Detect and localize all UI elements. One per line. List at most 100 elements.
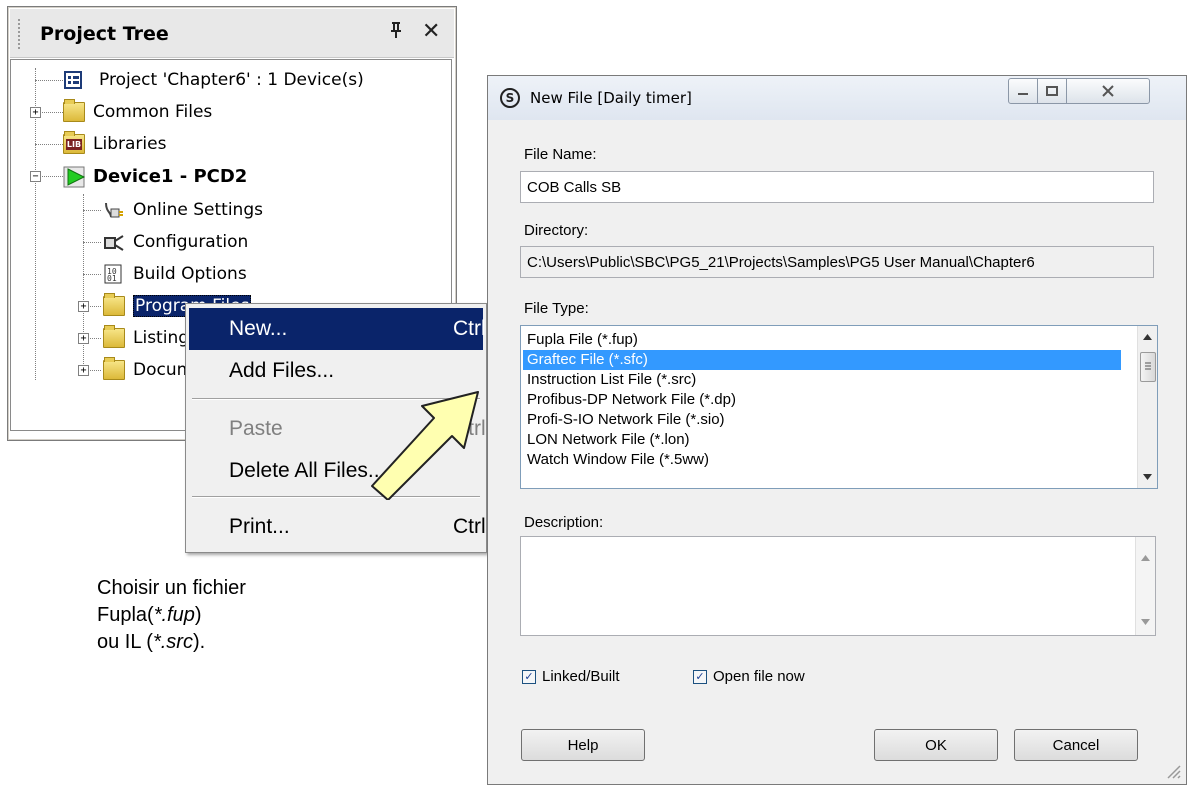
menu-item-new[interactable]: New... Ctrl	[189, 308, 486, 350]
tree-line	[83, 274, 101, 275]
drag-grip-icon[interactable]	[18, 19, 24, 49]
online-settings-icon	[103, 200, 125, 220]
menu-item-label: Paste	[229, 417, 283, 440]
project-tree-header: Project Tree ✕	[10, 9, 454, 58]
scroll-down-icon[interactable]	[1143, 474, 1152, 480]
list-item[interactable]: LON Network File (*.lon)	[523, 430, 1121, 450]
tree-item-configuration[interactable]: Configuration	[103, 228, 248, 256]
description-label: Description:	[524, 514, 604, 531]
device-icon	[63, 166, 86, 188]
menu-item-label: Add Files...	[229, 359, 335, 382]
file-name-input[interactable]: COB Calls SB	[520, 171, 1154, 203]
folder-icon	[63, 99, 85, 122]
close-icon	[1102, 85, 1114, 97]
project-tree-title: Project Tree	[40, 23, 169, 45]
configuration-icon	[103, 232, 125, 252]
pin-icon[interactable]	[388, 21, 404, 44]
build-options-icon: 10 01	[103, 264, 125, 284]
tree-item-label: Device1 - PCD2	[93, 165, 248, 187]
cancel-button[interactable]: Cancel	[1014, 729, 1138, 761]
list-item[interactable]: Watch Window File (*.5ww)	[523, 450, 1121, 470]
description-textarea[interactable]	[520, 536, 1156, 636]
menu-item-label: New...	[229, 317, 288, 340]
scroll-thumb[interactable]	[1140, 352, 1156, 382]
tree-line	[83, 210, 101, 211]
tree-item-libraries[interactable]: LIB Libraries	[63, 130, 166, 158]
tree-item-online-settings[interactable]: Online Settings	[103, 196, 263, 224]
scroll-up-icon[interactable]	[1141, 555, 1150, 561]
maximize-icon	[1046, 86, 1058, 96]
linked-built-label[interactable]: Linked/Built	[542, 668, 620, 685]
open-file-now-checkbox[interactable]: ✓	[693, 670, 707, 684]
expand-icon[interactable]: +	[30, 107, 41, 118]
directory-field[interactable]: C:\Users\Public\SBC\PG5_21\Projects\Samp…	[520, 246, 1154, 278]
tree-item-common-files[interactable]: Common Files	[63, 98, 212, 126]
tree-item-label: Libraries	[93, 134, 167, 154]
file-type-scrollbar[interactable]	[1137, 326, 1157, 488]
caption-fragment: )	[194, 604, 202, 626]
caption-line: ou IL (*.src).	[97, 629, 246, 656]
dialog-titlebar[interactable]: S New File [Daily timer]	[488, 76, 1186, 120]
tree-line	[35, 80, 63, 81]
list-item[interactable]: Fupla File (*.fup)	[523, 330, 1121, 350]
close-button[interactable]	[1066, 78, 1150, 104]
file-type-label: File Type:	[524, 300, 589, 317]
caption-fragment: *.src	[152, 631, 193, 653]
menu-item-shortcut: Ctrl	[453, 317, 486, 340]
expand-icon[interactable]: +	[78, 301, 89, 312]
caption-fragment: *.fup	[153, 604, 195, 626]
caption-fragment: ou IL (	[97, 631, 153, 653]
lib-badge: LIB	[66, 139, 82, 150]
collapse-icon[interactable]: −	[30, 171, 41, 182]
folder-icon	[103, 325, 125, 348]
annotation-arrow-icon	[371, 391, 479, 500]
menu-item-shortcut: Ctrl	[453, 515, 486, 538]
scroll-down-icon[interactable]	[1141, 619, 1150, 625]
directory-label: Directory:	[524, 222, 589, 239]
tree-item-label: Online Settings	[133, 200, 263, 220]
tree-item-label: Build Options	[133, 264, 247, 284]
description-scrollbar[interactable]	[1135, 537, 1155, 635]
close-icon[interactable]: ✕	[422, 19, 440, 44]
caption-line: Fupla(*.fup)	[97, 602, 246, 629]
list-item[interactable]: Profibus-DP Network File (*.dp)	[523, 390, 1121, 410]
caption-fragment: Fupla(	[97, 604, 154, 626]
minimize-icon	[1018, 93, 1028, 95]
tree-item-label: Common Files	[93, 102, 213, 122]
tree-line	[83, 194, 84, 374]
list-item[interactable]: Profi-S-IO Network File (*.sio)	[523, 410, 1121, 430]
help-button[interactable]: Help	[521, 729, 645, 761]
dialog-title: New File [Daily timer]	[530, 89, 692, 107]
library-icon: LIB	[63, 131, 85, 154]
file-type-list[interactable]: Fupla File (*.fup) Graftec File (*.sfc) …	[520, 325, 1158, 489]
maximize-button[interactable]	[1037, 78, 1067, 104]
scroll-up-icon[interactable]	[1143, 334, 1152, 340]
menu-item-label: Print...	[229, 515, 290, 538]
caption-line: Choisir un fichier	[97, 577, 246, 599]
tree-item-build-options[interactable]: 10 01 Build Options	[103, 260, 247, 288]
tree-item-label: Project 'Chapter6' : 1 Device(s)	[99, 70, 364, 90]
caption-fragment: ).	[192, 631, 206, 653]
open-file-now-label[interactable]: Open file now	[713, 668, 805, 685]
grip-icon	[1145, 362, 1151, 370]
list-item[interactable]: Graftec File (*.sfc)	[523, 350, 1121, 370]
tree-line	[35, 144, 63, 145]
expand-icon[interactable]: +	[78, 365, 89, 376]
project-icon	[63, 70, 85, 90]
minimize-button[interactable]	[1008, 78, 1038, 104]
tree-item-label: Configuration	[133, 232, 249, 252]
new-file-dialog: S New File [Daily timer] File Name: COB …	[487, 75, 1187, 785]
ok-button[interactable]: OK	[874, 729, 998, 761]
tree-item-device[interactable]: Device1 - PCD2	[63, 162, 247, 190]
expand-icon[interactable]: +	[78, 333, 89, 344]
linked-built-checkbox[interactable]: ✓	[522, 670, 536, 684]
caption-text: Choisir un fichier Fupla(*.fup) ou IL (*…	[97, 575, 246, 656]
menu-item-print[interactable]: Print... Ctrl	[189, 506, 486, 548]
list-item[interactable]: Instruction List File (*.src)	[523, 370, 1121, 390]
app-icon: S	[500, 88, 520, 108]
folder-icon	[103, 293, 125, 316]
resize-grip-icon[interactable]	[1164, 762, 1182, 780]
tree-item-project[interactable]: Project 'Chapter6' : 1 Device(s)	[63, 66, 364, 94]
folder-icon	[103, 357, 125, 380]
tree-line	[83, 242, 101, 243]
